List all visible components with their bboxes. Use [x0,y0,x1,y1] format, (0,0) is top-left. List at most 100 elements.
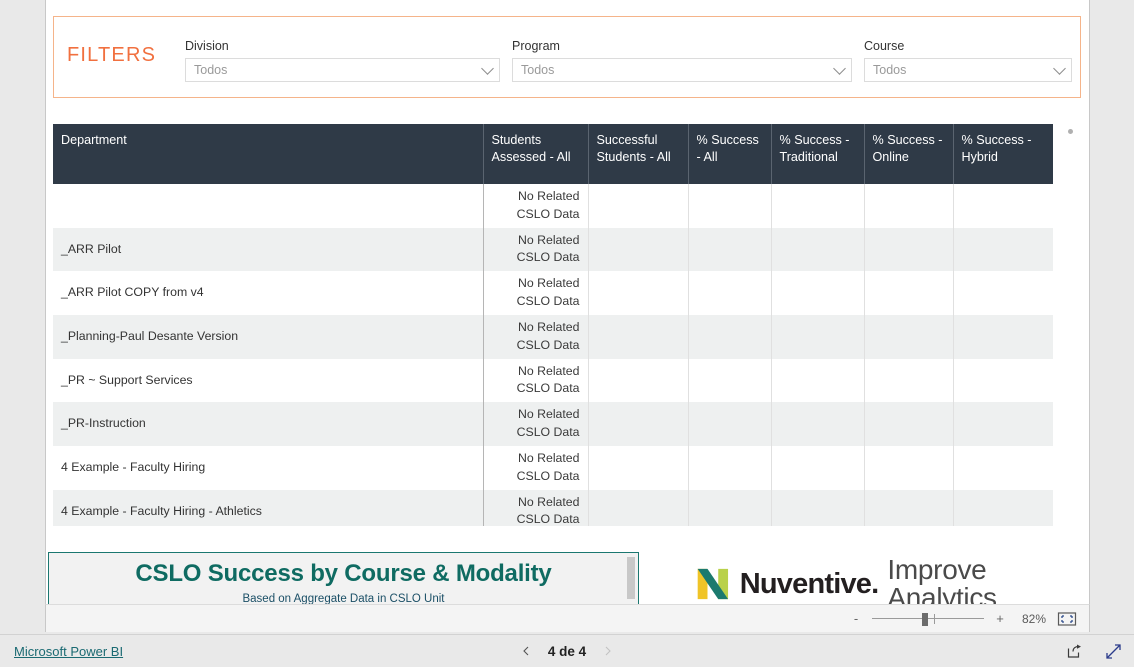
column-header-pct-success-all[interactable]: % Success - All [688,124,772,184]
page-navigation: 4 de 4 [0,644,1134,659]
zoom-slider-thumb[interactable] [922,612,928,626]
table-row[interactable]: _PR-Instruction No Related CSLO Data [53,402,1053,446]
cell-pct-success-all [688,271,772,315]
cell-successful-students [588,445,689,490]
cell-pct-success-traditional [771,314,865,359]
cell-successful-students [588,402,689,446]
cell-department: _ARR Pilot [53,227,484,272]
filter-division-dropdown[interactable]: Todos [185,58,500,82]
cell-pct-success-traditional [771,489,865,526]
share-icon[interactable] [1066,643,1083,660]
cell-pct-success-traditional [771,445,865,490]
status-bar: Microsoft Power BI 4 de 4 [0,634,1134,667]
report-subtitle: Based on Aggregate Data in CSLO Unit [242,593,445,604]
zoom-in-button[interactable]: + [995,611,1005,626]
report-canvas: FILTERS Division Todos Program Todos Cou… [45,0,1090,604]
report-title: CSLO Success by Course & Modality [135,560,552,587]
cell-pct-success-online [864,271,954,315]
table-row[interactable]: _ARR Pilot COPY from v4 No Related CSLO Da… [53,271,1053,315]
column-header-pct-success-traditional[interactable]: % Success - Traditional [771,124,865,184]
filter-course-value: Todos [873,63,907,77]
department-matrix-visual[interactable]: Department Students Assessed - All Succe… [53,124,1081,526]
cell-pct-success-traditional [771,358,865,403]
cell-successful-students [588,358,689,403]
fit-to-page-icon[interactable] [1057,611,1077,627]
cell-successful-students [588,227,689,272]
cell-department: _PR ~ Support Services [53,358,484,403]
zoom-slider[interactable] [872,612,984,626]
column-header-pct-success-online[interactable]: % Success - Online [864,124,954,184]
filter-program-dropdown[interactable]: Todos [512,58,852,82]
cell-successful-students [588,314,689,359]
cell-pct-success-all [688,314,772,359]
cell-pct-success-online [864,358,954,403]
filter-division-label: Division [185,39,229,53]
filters-panel: FILTERS Division Todos Program Todos Cou… [53,16,1081,98]
cell-pct-success-hybrid [953,489,1053,526]
cell-pct-success-traditional [771,227,865,272]
filters-title: FILTERS [67,44,157,66]
cell-pct-success-online [864,445,954,490]
table-body: No Related CSLO Data _ARR Pilot No Related C… [53,184,1053,526]
powerbi-report-viewer: FILTERS Division Todos Program Todos Cou… [0,0,1134,667]
nuventive-wordmark: Nuventive. [739,567,879,600]
filter-program-label: Program [512,39,560,53]
cell-successful-students [588,184,689,228]
table-row[interactable]: No Related CSLO Data [53,184,1053,228]
cell-pct-success-all [688,184,772,228]
cell-successful-students [588,489,689,526]
table-row[interactable]: _PR ~ Support Services No Related CSLO Dat… [53,358,1053,403]
report-title-card: CSLO Success by Course & Modality Based … [48,552,639,604]
nuventive-mark-icon [695,567,730,601]
nuventive-logo: Nuventive. Improve Analytics [695,556,1089,604]
cell-pct-success-all [688,358,772,403]
filter-course-dropdown[interactable]: Todos [864,58,1072,82]
cell-pct-success-hybrid [953,445,1053,490]
zoom-bar: - + 82% [45,604,1090,632]
cell-successful-students [588,271,689,315]
cell-pct-success-all [688,489,772,526]
cell-students-assessed: No Related CSLO Data [483,489,589,526]
cell-department: 4 Example - Faculty Hiring [53,445,484,490]
cell-pct-success-traditional [771,184,865,228]
table-row[interactable]: 4 Example - Faculty Hiring - Athletics No… [53,489,1053,526]
filter-program: Program Todos [512,39,852,82]
table-row[interactable]: 4 Example - Faculty Hiring No Related CSLO… [53,445,1053,490]
department-table: Department Students Assessed - All Succe… [53,124,1053,526]
column-header-students-assessed[interactable]: Students Assessed - All [483,124,589,184]
cell-department: _PR-Instruction [53,402,484,446]
cell-pct-success-hybrid [953,402,1053,446]
column-header-pct-success-hybrid[interactable]: % Success - Hybrid [953,124,1053,184]
cell-pct-success-online [864,227,954,272]
table-row[interactable]: _ARR Pilot No Related CSLO Data [53,227,1053,272]
cell-students-assessed: No Related CSLO Data [483,227,589,272]
title-card-scrollbar[interactable] [627,557,635,599]
cell-students-assessed: No Related CSLO Data [483,314,589,359]
cell-pct-success-all [688,227,772,272]
filter-division-value: Todos [194,63,228,77]
filter-course: Course Todos [864,39,1072,82]
cell-department: _Planning-Paul Desante Version [53,314,484,359]
chevron-left-icon[interactable] [521,646,531,656]
zoom-percent-label: 82% [1021,611,1046,626]
visual-more-options-icon[interactable] [1068,129,1073,134]
zoom-out-button[interactable]: - [851,611,861,626]
cell-department [53,184,484,228]
cell-pct-success-online [864,489,954,526]
zoom-slider-tick [934,613,935,624]
page-indicator: 4 de 4 [547,643,587,659]
cell-pct-success-hybrid [953,184,1053,228]
cell-pct-success-traditional [771,402,865,446]
table-row[interactable]: _Planning-Paul Desante Version No Related… [53,314,1053,359]
cell-pct-success-all [688,402,772,446]
fullscreen-icon[interactable] [1105,643,1122,660]
cell-pct-success-hybrid [953,271,1053,315]
column-header-department[interactable]: Department [53,124,484,184]
table-header-row: Department Students Assessed - All Succe… [53,124,1053,184]
nuventive-tagline: Improve Analytics [887,554,997,605]
cell-pct-success-hybrid [953,227,1053,272]
cell-students-assessed: No Related CSLO Data [483,271,589,315]
status-bar-actions [1066,643,1122,660]
cell-pct-success-traditional [771,271,865,315]
column-header-successful-students[interactable]: Successful Students - All [588,124,689,184]
